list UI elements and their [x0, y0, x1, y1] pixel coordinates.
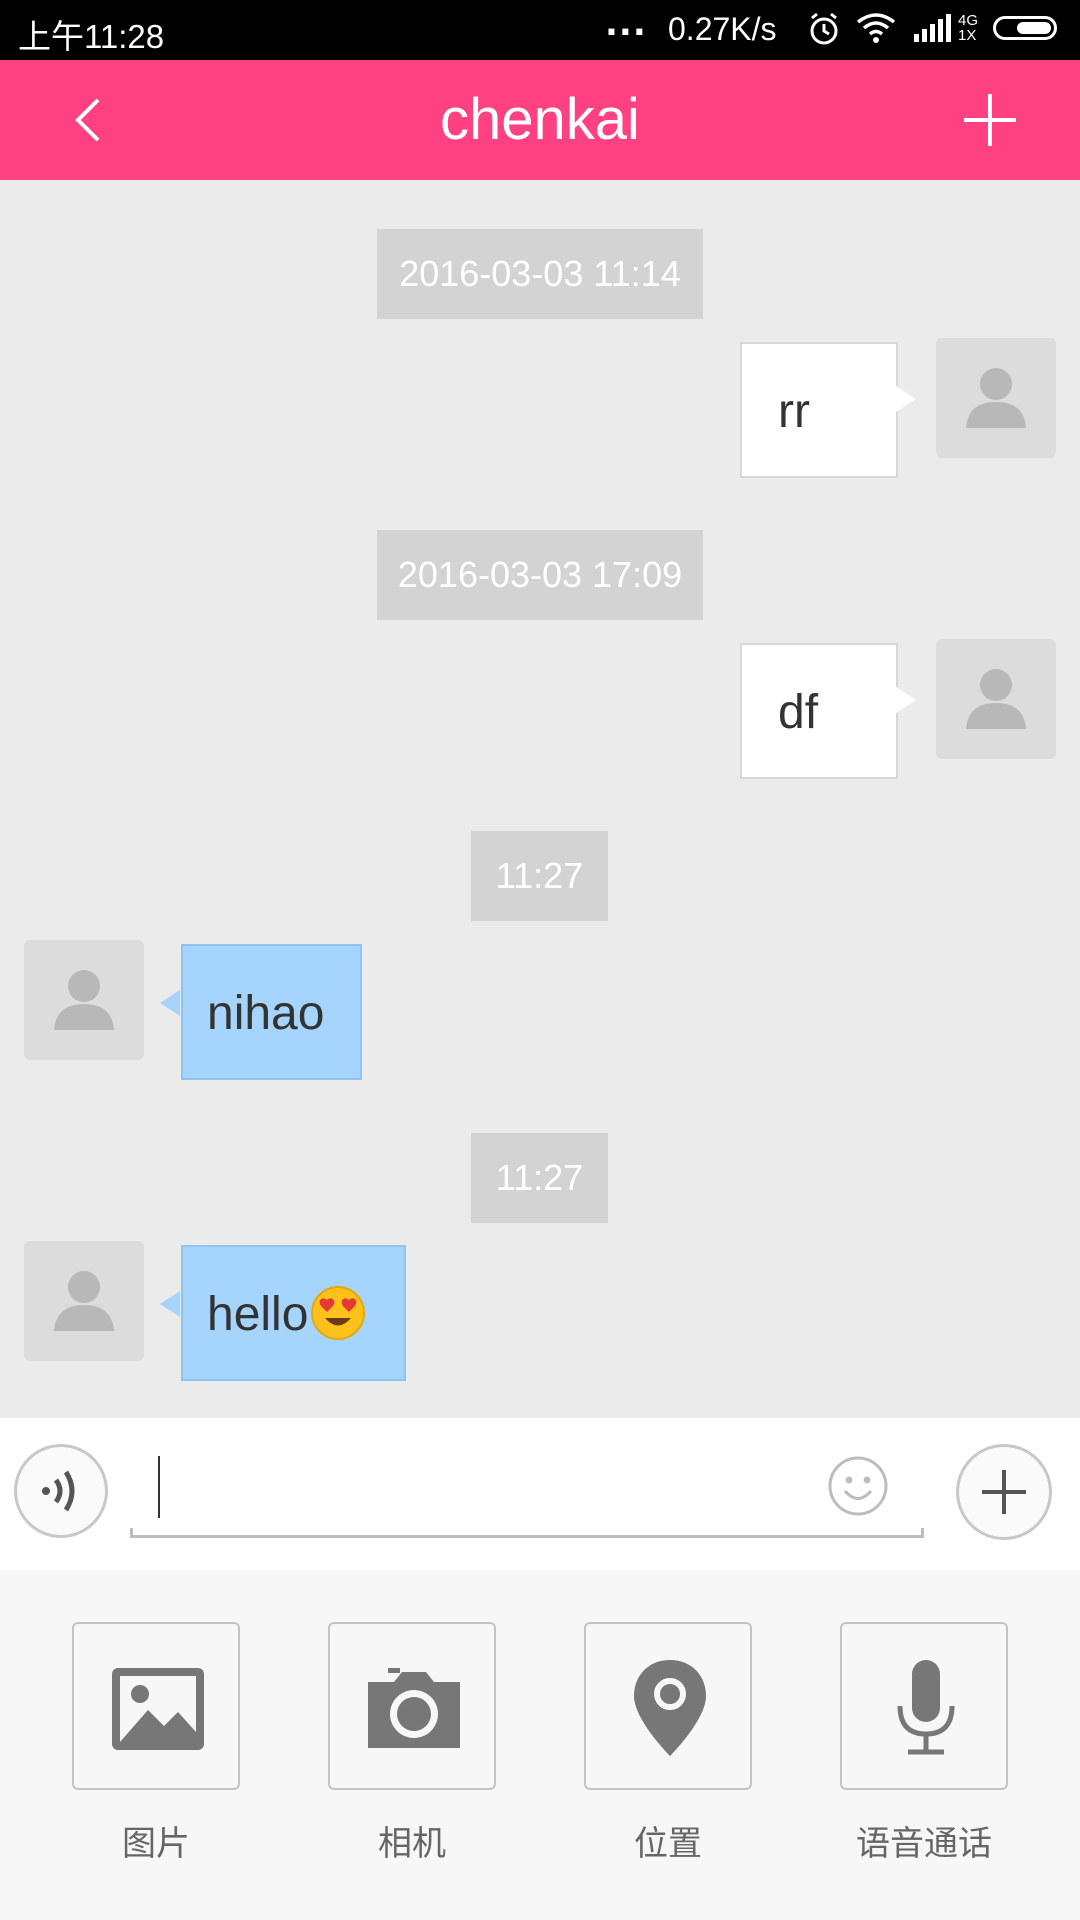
text-caret	[158, 1456, 160, 1518]
status-bar: 上午11:28 ... 0.27K/s 4G 1X	[0, 0, 1080, 60]
user-avatar-icon	[54, 970, 114, 1030]
tool-camera-button[interactable]	[328, 1622, 496, 1790]
smiley-icon[interactable]	[826, 1454, 890, 1518]
tool-location[interactable]: 位置	[578, 1622, 758, 1865]
status-dots: ...	[605, 4, 647, 44]
signal-icon	[914, 14, 951, 42]
more-options-button[interactable]	[956, 1444, 1052, 1540]
status-time: 上午11:28	[18, 18, 165, 55]
bubble-tail	[896, 386, 916, 412]
status-speed: 0.27K/s	[668, 11, 777, 47]
tool-image[interactable]: 图片	[66, 1622, 246, 1865]
outgoing-message-bubble[interactable]: rr	[740, 342, 898, 478]
network-type: 4G 1X	[958, 13, 978, 43]
bubble-tail	[160, 990, 180, 1016]
tool-label: 图片	[122, 1824, 190, 1864]
voice-wave-icon	[42, 1470, 75, 1512]
user-avatar-icon	[966, 368, 1026, 428]
alarm-icon	[810, 12, 838, 45]
message-text: nihao	[207, 987, 325, 1040]
incoming-message-bubble[interactable]: nihao	[181, 944, 362, 1080]
message-input-field[interactable]	[130, 1438, 924, 1538]
page-title: chenkai	[440, 87, 640, 152]
image-icon	[112, 1668, 204, 1750]
network-1x: 1X	[958, 27, 977, 44]
tool-camera[interactable]: 相机	[322, 1622, 502, 1865]
attachment-panel: 图片 相机 位置 语音通话	[0, 1570, 1080, 1920]
add-button[interactable]	[958, 88, 1022, 152]
heart-eyes-emoji-icon	[311, 1286, 366, 1341]
bubble-tail	[160, 1291, 180, 1317]
tool-label: 位置	[634, 1824, 702, 1864]
tool-location-button[interactable]	[584, 1622, 752, 1790]
bubble-tail	[896, 687, 916, 713]
avatar[interactable]	[24, 1241, 144, 1361]
user-avatar-icon	[966, 669, 1026, 729]
battery-icon	[993, 16, 1057, 40]
message-timestamp: 2016-03-03 11:14	[377, 229, 703, 319]
avatar[interactable]	[936, 338, 1056, 458]
avatar[interactable]	[24, 940, 144, 1060]
title-bar: chenkai	[0, 60, 1080, 180]
wifi-icon	[856, 13, 896, 43]
incoming-message-bubble[interactable]: hello	[181, 1245, 406, 1381]
avatar[interactable]	[936, 639, 1056, 759]
message-timestamp: 11:27	[471, 831, 608, 921]
tool-voice-call-button[interactable]	[840, 1622, 1008, 1790]
camera-icon	[368, 1668, 460, 1748]
message-input[interactable]	[154, 1448, 798, 1520]
tool-label: 语音通话	[856, 1824, 992, 1864]
outgoing-message-bubble[interactable]: df	[740, 643, 898, 779]
back-button[interactable]	[60, 90, 120, 150]
microphone-icon	[897, 1660, 955, 1755]
input-bar	[0, 1418, 1080, 1570]
message-timestamp: 2016-03-03 17:09	[377, 530, 703, 620]
message-text: rr	[778, 385, 810, 438]
plus-icon	[982, 1470, 1026, 1514]
voice-toggle-button[interactable]	[14, 1444, 108, 1538]
message-timestamp: 11:27	[471, 1133, 608, 1223]
tool-image-button[interactable]	[72, 1622, 240, 1790]
input-underline	[130, 1528, 924, 1538]
location-pin-icon	[634, 1660, 706, 1756]
message-text: df	[778, 686, 819, 739]
message-text: hello	[207, 1288, 309, 1341]
user-avatar-icon	[54, 1271, 114, 1331]
tool-voice-call[interactable]: 语音通话	[834, 1622, 1014, 1865]
network-4g: 4G	[958, 12, 979, 29]
tool-label: 相机	[378, 1824, 446, 1864]
